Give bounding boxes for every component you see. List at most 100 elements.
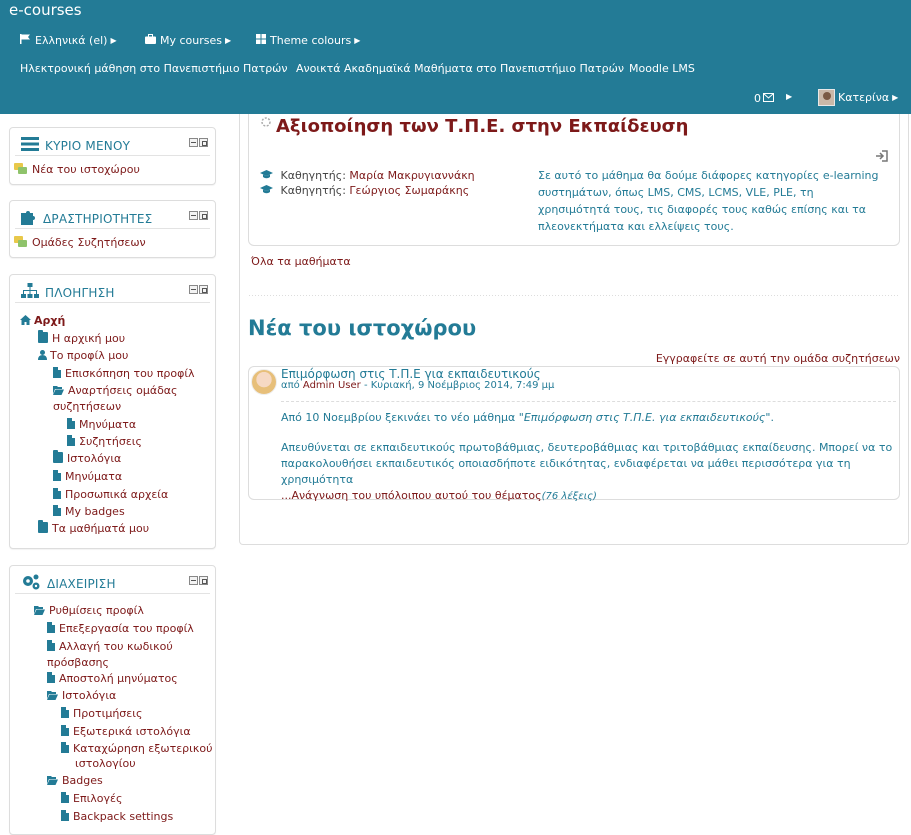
site-news-heading: Νέα του ιστοχώρου xyxy=(248,316,477,340)
admin-item-messaging[interactable]: Αποστολή μηνύματος xyxy=(47,671,178,686)
admin-item-edit-profile[interactable]: Επεξεργασία του προφίλ xyxy=(47,621,194,636)
sitemap-icon xyxy=(21,283,39,302)
language-menu[interactable]: Ελληνικά (el) ▶ xyxy=(20,32,117,48)
word-count: (76 λέξεις) xyxy=(541,491,597,502)
nav-item-view-profile[interactable]: Επισκόπηση του προφίλ xyxy=(53,366,195,381)
caret-right-icon[interactable]: ▶ xyxy=(786,92,792,101)
dock-icon[interactable] xyxy=(199,211,208,220)
list-icon xyxy=(21,137,39,154)
document-icon xyxy=(47,640,55,651)
link-moodle-lms[interactable]: Moodle LMS xyxy=(629,62,695,75)
document-icon xyxy=(53,470,61,481)
subscribe-forum-link[interactable]: Εγγραφείτε σε αυτή την ομάδα συζητήσεων xyxy=(656,352,900,365)
dock-icon[interactable] xyxy=(199,285,208,294)
block-title: ΠΛΟΗΓΗΣΗ xyxy=(45,285,115,300)
post-paragraph: Από 10 Νοεμβρίου ξεκινάει το νέο μάθημα … xyxy=(281,411,774,424)
document-icon xyxy=(53,367,61,378)
post-divider xyxy=(281,401,896,402)
admin-item-badge-options[interactable]: Επιλογές xyxy=(61,791,122,806)
block-title: ΚΥΡΙΟ ΜΕΝΟΥ xyxy=(45,138,131,153)
post-byline: από Admin User - Κυριακή, 9 Νοέμβριος 20… xyxy=(281,380,555,391)
nav-item-forum-posts[interactable]: Αναρτήσεις ομάδας xyxy=(53,383,178,399)
document-icon xyxy=(67,418,75,429)
nav-item-forum-posts-cont: συζητήσεων xyxy=(53,400,122,413)
read-more-link[interactable]: ...Ανάγνωση του υπόλοιπου αυτού του θέμα… xyxy=(281,489,542,502)
caret-right-icon: ▶ xyxy=(892,93,899,102)
document-icon xyxy=(47,622,55,633)
top-navbar: e-courses Ελληνικά (el) ▶ My courses ▶ T… xyxy=(0,0,911,114)
nav-item-my-courses[interactable]: Τα μαθήματά μου xyxy=(38,520,149,536)
site-brand[interactable]: e-courses xyxy=(9,1,82,19)
minimize-icon[interactable] xyxy=(189,211,198,220)
flag-icon xyxy=(20,33,31,47)
admin-item-change-password[interactable]: Αλλαγή του κωδικού xyxy=(47,639,173,654)
all-courses-link[interactable]: Όλα τα μαθήματα xyxy=(251,255,351,268)
post-subject: Επιμόρφωση στις Τ.Π.Ε για εκπαιδευτικούς xyxy=(281,367,541,381)
teacher-link[interactable]: Γεώργιος Σωμαράκης xyxy=(349,184,469,197)
my-courses-label: My courses xyxy=(160,33,222,47)
nav-item-messages[interactable]: Μηνύματα xyxy=(53,469,122,484)
main-menu-item-site-news[interactable]: Νέα του ιστοχώρου xyxy=(14,162,140,179)
course-title[interactable]: Αξιοποίηση των Τ.Π.Ε. στην Εκπαίδευση xyxy=(276,116,688,137)
home-icon xyxy=(20,314,31,329)
document-icon xyxy=(61,742,69,753)
folder-icon xyxy=(38,520,48,533)
graduation-cap-icon xyxy=(260,184,277,197)
section-divider xyxy=(248,294,900,298)
nav-item-posts[interactable]: Μηνύματα xyxy=(67,417,136,432)
document-icon xyxy=(61,810,69,821)
my-courses-menu[interactable]: My courses ▶ xyxy=(145,32,231,48)
user-icon xyxy=(38,349,47,364)
gears-icon xyxy=(21,574,41,593)
minimize-icon[interactable] xyxy=(189,138,198,147)
caret-right-icon: ▶ xyxy=(225,35,232,45)
minimize-icon[interactable] xyxy=(189,285,198,294)
forum-icon xyxy=(14,236,28,252)
admin-item-register-external-blog[interactable]: Καταχώρηση εξωτερικού xyxy=(61,741,212,756)
grid-icon xyxy=(256,33,266,47)
graduation-cap-icon xyxy=(260,169,277,182)
nav-item-my-profile[interactable]: Το προφίλ μου xyxy=(38,348,128,364)
sign-in-icon[interactable] xyxy=(875,149,889,163)
nav-item-dashboard[interactable]: Η αρχική μου xyxy=(38,330,125,346)
user-menu[interactable]: Κατερίνα ▶ xyxy=(818,89,898,106)
teacher-link[interactable]: Μαρία Μακρυγιαννάκη xyxy=(349,169,474,182)
avatar[interactable] xyxy=(251,369,277,395)
folder-open-icon xyxy=(47,774,58,789)
folder-icon xyxy=(38,330,48,343)
user-name: Κατερίνα xyxy=(838,91,890,104)
nav-item-discussions[interactable]: Συζητήσεις xyxy=(67,434,142,449)
document-icon xyxy=(47,672,55,683)
admin-item-external-blogs[interactable]: Εξωτερικά ιστολόγια xyxy=(61,724,191,739)
forum-icon xyxy=(14,163,28,179)
admin-item-blogs[interactable]: Ιστολόγια xyxy=(47,688,116,704)
admin-item-preferences[interactable]: Προτιμήσεις xyxy=(61,706,142,721)
activities-item-forums[interactable]: Ομάδες Συζητήσεων xyxy=(14,235,146,252)
link-open-courses-upatras[interactable]: Ανοικτά Ακαδημαϊκά Μαθήματα στο Πανεπιστ… xyxy=(296,62,624,75)
nav-item-home[interactable]: Αρχή xyxy=(20,313,65,329)
course-icon xyxy=(260,116,272,131)
avatar xyxy=(818,89,835,106)
nav-item-blogs[interactable]: Ιστολόγια xyxy=(53,450,121,466)
admin-item-backpack-settings[interactable]: Backpack settings xyxy=(61,809,173,824)
dock-icon[interactable] xyxy=(199,138,208,147)
folder-open-icon xyxy=(53,384,64,399)
dock-icon[interactable] xyxy=(199,576,208,585)
document-icon xyxy=(61,792,69,803)
messages-menu[interactable]: 0 xyxy=(754,92,774,105)
course-teacher: Καθηγητής: Γεώργιος Σωμαράκης xyxy=(260,184,469,197)
nav-item-my-badges[interactable]: My badges xyxy=(53,504,125,519)
post-author-link[interactable]: Admin User xyxy=(303,380,361,391)
envelope-icon xyxy=(763,92,774,105)
theme-colours-menu[interactable]: Theme colours ▶ xyxy=(256,32,360,48)
nav-item-private-files[interactable]: Προσωπικά αρχεία xyxy=(53,487,168,502)
language-label: Ελληνικά (el) xyxy=(35,33,108,47)
minimize-icon[interactable] xyxy=(189,576,198,585)
briefcase-icon xyxy=(145,33,156,47)
block-title: ΔΡΑΣΤΗΡΙΟΤΗΤΕΣ xyxy=(43,211,153,226)
admin-item-badges[interactable]: Badges xyxy=(47,773,103,789)
folder-open-icon xyxy=(47,689,58,704)
admin-item-profile-settings[interactable]: Ρυθμίσεις προφίλ xyxy=(34,603,144,619)
link-elearning-upatras[interactable]: Ηλεκτρονική μάθηση στο Πανεπιστήμιο Πατρ… xyxy=(20,62,288,75)
puzzle-icon xyxy=(21,209,37,228)
